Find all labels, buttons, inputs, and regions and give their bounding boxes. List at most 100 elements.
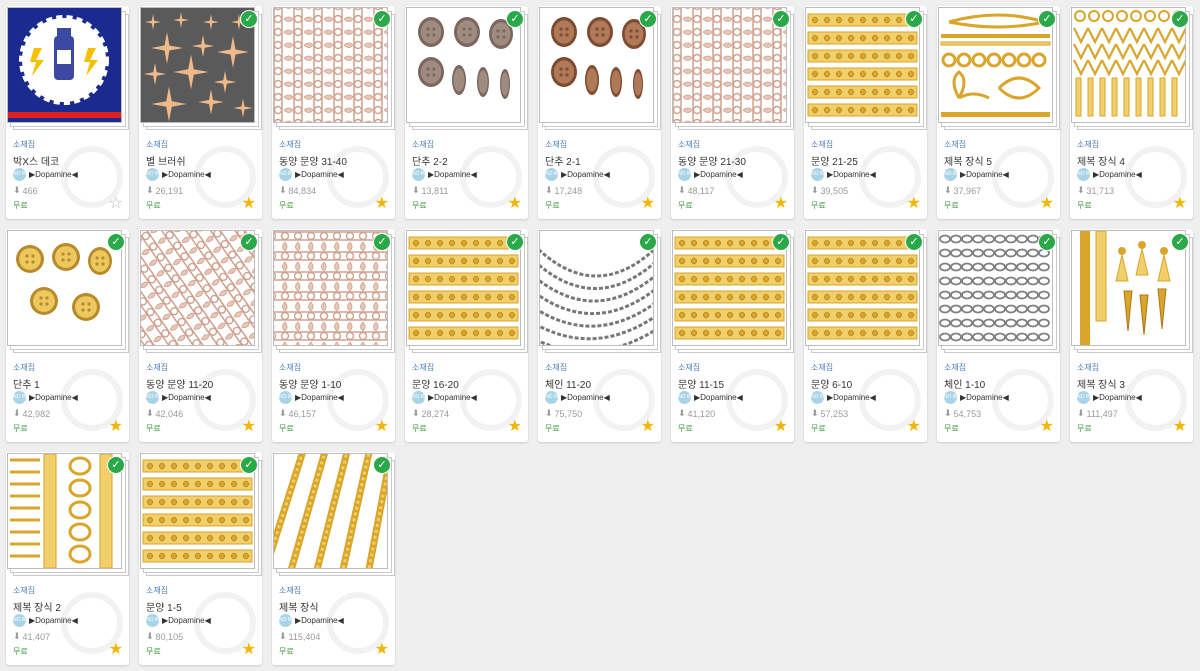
asset-title[interactable]: 문양 1-5	[146, 599, 182, 614]
asset-card-4[interactable]: ✓ 소재집 단추 2-2 NO IMG ▶Dopamine◀ ⬇ 13,811 …	[405, 6, 528, 219]
star-icon[interactable]: ★	[375, 419, 389, 435]
thumbnail-image[interactable]	[273, 453, 388, 569]
thumbnail-stack[interactable]	[6, 6, 129, 134]
asset-card-9[interactable]: ✓ 소재집 제복 장식 4 NO IMG ▶Dopamine◀ ⬇ 31,713…	[1070, 6, 1193, 219]
asset-title[interactable]: 제복 장식 2	[13, 599, 61, 614]
thumbnail-stack[interactable]: ✓	[6, 229, 129, 357]
asset-title[interactable]: 체인 11-20	[545, 376, 591, 391]
asset-card-7[interactable]: ✓ 소재집 문양 21-25 NO IMG ▶Dopamine◀ ⬇ 39,50…	[804, 6, 927, 219]
thumbnail-stack[interactable]: ✓	[272, 6, 395, 134]
asset-title[interactable]: 체인 1-10	[944, 376, 985, 391]
author[interactable]: NO IMG ▶Dopamine◀	[13, 614, 78, 627]
author-name[interactable]: ▶Dopamine◀	[561, 170, 610, 179]
thumbnail-stack[interactable]: ✓	[405, 6, 528, 134]
thumbnail-image[interactable]	[406, 230, 521, 346]
thumbnail-image[interactable]	[7, 7, 122, 123]
thumbnail-stack[interactable]: ✓	[139, 6, 262, 134]
author[interactable]: NO IMG ▶Dopamine◀	[279, 168, 344, 181]
asset-card-10[interactable]: ✓ 소재집 단추 1 NO IMG ▶Dopamine◀ ⬇ 42,982 무료…	[6, 229, 129, 442]
star-icon[interactable]: ★	[242, 642, 256, 658]
asset-card-13[interactable]: ✓ 소재집 문양 16-20 NO IMG ▶Dopamine◀ ⬇ 28,27…	[405, 229, 528, 442]
star-icon[interactable]: ★	[774, 196, 788, 212]
thumbnail-stack[interactable]: ✓	[937, 6, 1060, 134]
asset-title[interactable]: 제복 장식	[279, 599, 319, 614]
star-icon[interactable]: ★	[109, 642, 123, 658]
author[interactable]: NO IMG ▶Dopamine◀	[146, 168, 211, 181]
author[interactable]: NO IMG ▶Dopamine◀	[678, 391, 743, 404]
asset-card-5[interactable]: ✓ 소재집 단추 2-1 NO IMG ▶Dopamine◀ ⬇ 17,248 …	[538, 6, 661, 219]
asset-title[interactable]: 별 브러쉬	[146, 153, 186, 168]
asset-card-16[interactable]: ✓ 소재집 문양 6-10 NO IMG ▶Dopamine◀ ⬇ 57,253…	[804, 229, 927, 442]
thumbnail-image[interactable]	[273, 230, 388, 346]
author-name[interactable]: ▶Dopamine◀	[1093, 393, 1142, 402]
thumbnail-image[interactable]	[805, 7, 920, 123]
author-name[interactable]: ▶Dopamine◀	[694, 170, 743, 179]
thumbnail-image[interactable]	[7, 230, 122, 346]
thumbnail-stack[interactable]: ✓	[538, 229, 661, 357]
asset-title[interactable]: 문양 16-20	[412, 376, 459, 391]
author[interactable]: NO IMG ▶Dopamine◀	[412, 391, 477, 404]
asset-card-19[interactable]: ✓ 소재집 제복 장식 2 NO IMG ▶Dopamine◀ ⬇ 41,407…	[6, 452, 129, 665]
star-icon[interactable]: ★	[508, 419, 522, 435]
asset-card-15[interactable]: ✓ 소재집 문양 11-15 NO IMG ▶Dopamine◀ ⬇ 41,12…	[671, 229, 794, 442]
author-name[interactable]: ▶Dopamine◀	[295, 170, 344, 179]
asset-card-8[interactable]: ✓ 소재집 제복 장식 5 NO IMG ▶Dopamine◀ ⬇ 37,967…	[937, 6, 1060, 219]
asset-card-18[interactable]: ✓ 소재집 제복 장식 3 NO IMG ▶Dopamine◀ ⬇ 111,49…	[1070, 229, 1193, 442]
thumbnail-image[interactable]	[273, 7, 388, 123]
author-name[interactable]: ▶Dopamine◀	[162, 616, 211, 625]
thumbnail-image[interactable]	[672, 7, 787, 123]
author[interactable]: NO IMG ▶Dopamine◀	[545, 391, 610, 404]
author[interactable]: NO IMG ▶Dopamine◀	[13, 168, 78, 181]
asset-card-2[interactable]: ✓ 소재집 별 브러쉬 NO IMG ▶Dopamine◀ ⬇ 26,191 무…	[139, 6, 262, 219]
asset-title[interactable]: 제복 장식 5	[944, 153, 992, 168]
thumbnail-stack[interactable]: ✓	[405, 229, 528, 357]
thumbnail-stack[interactable]: ✓	[139, 229, 262, 357]
thumbnail-stack[interactable]: ✓	[937, 229, 1060, 357]
star-icon[interactable]: ★	[375, 196, 389, 212]
asset-title[interactable]: 문양 6-10	[811, 376, 852, 391]
asset-card-12[interactable]: ✓ 소재집 동양 문양 1-10 NO IMG ▶Dopamine◀ ⬇ 46,…	[272, 229, 395, 442]
star-icon[interactable]: ★	[242, 196, 256, 212]
star-icon[interactable]: ★	[1040, 419, 1054, 435]
thumbnail-image[interactable]	[672, 230, 787, 346]
star-icon[interactable]: ★	[1173, 419, 1187, 435]
asset-card-20[interactable]: ✓ 소재집 문양 1-5 NO IMG ▶Dopamine◀ ⬇ 80,105 …	[139, 452, 262, 665]
author[interactable]: NO IMG ▶Dopamine◀	[13, 391, 78, 404]
author[interactable]: NO IMG ▶Dopamine◀	[1077, 391, 1142, 404]
star-icon[interactable]: ★	[1173, 196, 1187, 212]
thumbnail-stack[interactable]: ✓	[139, 452, 262, 580]
asset-card-17[interactable]: ✓ 소재집 체인 1-10 NO IMG ▶Dopamine◀ ⬇ 54,753…	[937, 229, 1060, 442]
author-name[interactable]: ▶Dopamine◀	[29, 616, 78, 625]
thumbnail-image[interactable]	[539, 7, 654, 123]
author-name[interactable]: ▶Dopamine◀	[295, 616, 344, 625]
star-icon[interactable]: ★	[774, 419, 788, 435]
author[interactable]: NO IMG ▶Dopamine◀	[1077, 168, 1142, 181]
author[interactable]: NO IMG ▶Dopamine◀	[678, 168, 743, 181]
star-icon[interactable]: ★	[907, 196, 921, 212]
asset-title[interactable]: 동양 문양 1-10	[279, 376, 341, 391]
asset-title[interactable]: 문양 11-15	[678, 376, 724, 391]
asset-card-14[interactable]: ✓ 소재집 체인 11-20 NO IMG ▶Dopamine◀ ⬇ 75,75…	[538, 229, 661, 442]
author-name[interactable]: ▶Dopamine◀	[1093, 170, 1142, 179]
author-name[interactable]: ▶Dopamine◀	[694, 393, 743, 402]
thumbnail-image[interactable]	[406, 7, 521, 123]
asset-card-1[interactable]: 소재집 박X스 데코 NO IMG ▶Dopamine◀ ⬇ 466 무료 ☆	[6, 6, 129, 219]
thumbnail-stack[interactable]: ✓	[538, 6, 661, 134]
author-name[interactable]: ▶Dopamine◀	[827, 393, 876, 402]
asset-card-21[interactable]: ✓ 소재집 제복 장식 NO IMG ▶Dopamine◀ ⬇ 115,404 …	[272, 452, 395, 665]
thumbnail-stack[interactable]: ✓	[272, 452, 395, 580]
author-name[interactable]: ▶Dopamine◀	[561, 393, 610, 402]
asset-title[interactable]: 단추 2-1	[545, 153, 581, 168]
thumbnail-stack[interactable]: ✓	[804, 229, 927, 357]
thumbnail-image[interactable]	[1071, 230, 1186, 346]
thumbnail-stack[interactable]: ✓	[6, 452, 129, 580]
thumbnail-stack[interactable]: ✓	[804, 6, 927, 134]
author-name[interactable]: ▶Dopamine◀	[428, 170, 477, 179]
star-icon[interactable]: ★	[1040, 196, 1054, 212]
thumbnail-image[interactable]	[1071, 7, 1186, 123]
thumbnail-stack[interactable]: ✓	[671, 6, 794, 134]
author-name[interactable]: ▶Dopamine◀	[960, 393, 1009, 402]
thumbnail-stack[interactable]: ✓	[272, 229, 395, 357]
asset-title[interactable]: 단추 2-2	[412, 153, 448, 168]
author[interactable]: NO IMG ▶Dopamine◀	[811, 168, 876, 181]
